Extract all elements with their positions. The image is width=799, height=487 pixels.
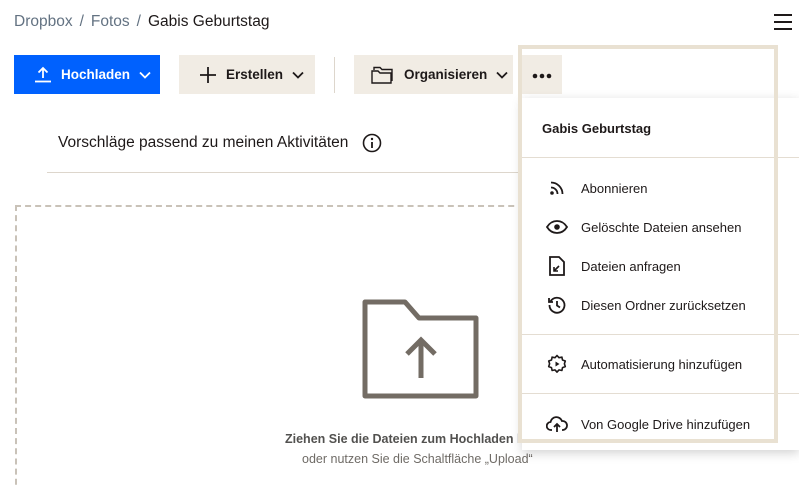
menu-divider [522,393,799,394]
automation-gear-icon [546,353,568,375]
menu-divider [522,334,799,335]
menu-item-label: Abonnieren [581,180,648,196]
menu-item-label: Diesen Ordner zurücksetzen [581,297,746,313]
dropzone-hint: oder nutzen Sie die Schaltfläche „Upload… [302,452,533,466]
more-horizontal-icon [532,67,552,82]
eye-icon [546,216,568,238]
folder-upload-icon [362,298,480,405]
upload-button[interactable]: Hochladen [14,55,160,94]
menu-item-request-files[interactable]: Dateien anfragen [522,248,799,284]
create-button[interactable]: Erstellen [179,55,315,94]
menu-item-subscribe[interactable]: Abonnieren [522,170,799,206]
plus-icon [199,66,217,84]
suggestions-header: Vorschläge passend zu meinen Aktivitäten [58,133,382,153]
menu-item-label: Automatisierung hinzufügen [581,356,743,372]
breadcrumb-current: Gabis Geburtstag [147,13,270,30]
history-icon [546,294,568,316]
organize-button-label: Organisieren [404,67,488,82]
toolbar-divider [334,57,335,93]
menu-item-label: Dateien anfragen [581,258,681,274]
upload-button-label: Hochladen [61,67,131,82]
hamburger-menu-icon[interactable] [774,14,792,30]
rss-icon [546,177,568,199]
breadcrumb: Dropbox / Fotos / Gabis Geburtstag [14,13,269,31]
chevron-down-icon [496,71,508,79]
more-options-button[interactable] [522,55,562,94]
organize-button[interactable]: Organisieren [354,55,513,94]
breadcrumb-separator: / [136,13,141,30]
folder-icon [371,66,395,84]
create-button-label: Erstellen [226,67,284,82]
breadcrumb-parent[interactable]: Fotos [91,13,130,31]
breadcrumb-root[interactable]: Dropbox [14,13,73,31]
menu-divider [522,157,799,158]
cloud-upload-icon [546,413,568,435]
chevron-down-icon [292,71,304,79]
dropzone-instruction: Ziehen Sie die Dateien zum Hochladen h [285,432,525,446]
menu-item-reset-folder[interactable]: Diesen Ordner zurücksetzen [522,287,799,323]
suggestions-label: Vorschläge passend zu meinen Aktivitäten [58,134,349,151]
menu-item-label: Gelöschte Dateien ansehen [581,219,742,235]
chevron-down-icon [139,71,151,79]
menu-item-label: Von Google Drive hinzufügen [581,416,751,432]
breadcrumb-separator: / [79,13,84,30]
menu-item-google-drive[interactable]: Von Google Drive hinzufügen [522,406,799,442]
menu-item-deleted-files[interactable]: Gelöschte Dateien ansehen [522,209,799,245]
upload-icon [34,66,52,83]
info-icon[interactable] [362,133,382,153]
menu-title: Gabis Geburtstag [542,121,652,136]
menu-item-add-automation[interactable]: Automatisierung hinzufügen [522,346,799,382]
file-request-icon [546,255,568,277]
